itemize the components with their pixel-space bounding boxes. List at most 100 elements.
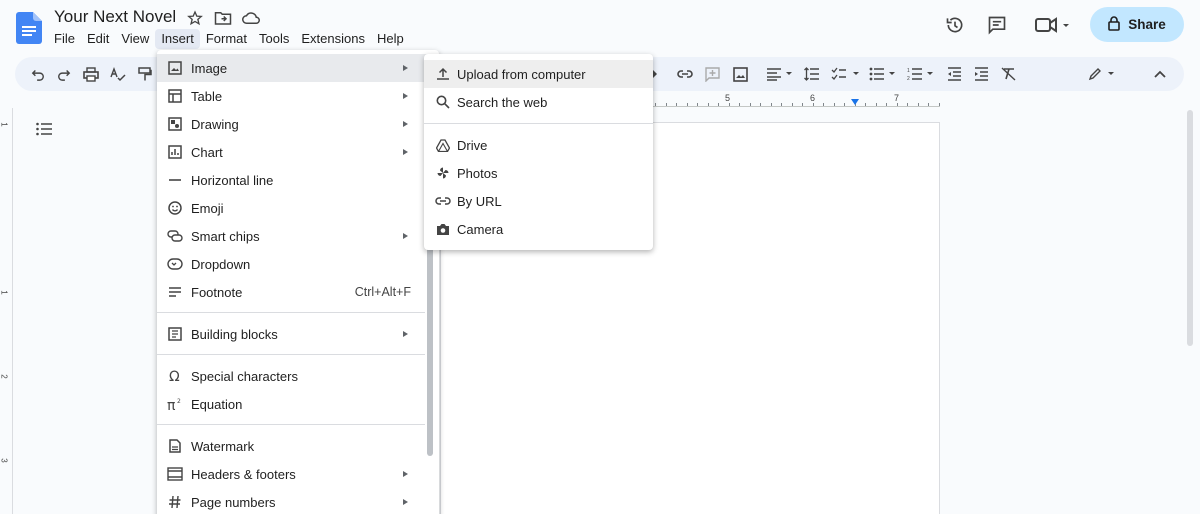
chart-icon xyxy=(167,144,183,160)
docs-logo-icon[interactable] xyxy=(16,12,42,44)
submenu-item-label: Upload from computer xyxy=(457,66,586,82)
image-submenu-item-by-url[interactable]: By URL xyxy=(424,187,653,215)
insert-menu-item-table[interactable]: Table xyxy=(157,82,439,110)
building-blocks-icon xyxy=(167,326,183,342)
checklist-icon[interactable] xyxy=(831,65,861,83)
insert-image-icon[interactable] xyxy=(731,65,749,83)
insert-link-icon[interactable] xyxy=(676,65,694,83)
paint-format-icon[interactable] xyxy=(136,65,154,83)
menu-help[interactable]: Help xyxy=(371,29,410,49)
document-scrollbar[interactable] xyxy=(1187,110,1193,346)
insert-menu-item-chart[interactable]: Chart xyxy=(157,138,439,166)
spellcheck-icon[interactable] xyxy=(109,65,127,83)
svg-text:π: π xyxy=(167,398,176,411)
undo-icon[interactable] xyxy=(29,65,47,83)
document-outline-icon[interactable] xyxy=(36,122,52,136)
omega-icon: Ω xyxy=(167,368,183,384)
menu-extensions[interactable]: Extensions xyxy=(295,29,371,49)
image-submenu-item-search-web[interactable]: Search the web xyxy=(424,88,653,116)
pi-icon: π2 xyxy=(167,396,183,412)
editing-mode-icon[interactable] xyxy=(1088,65,1118,83)
image-submenu-item-upload[interactable]: Upload from computer xyxy=(424,60,653,88)
print-icon[interactable] xyxy=(82,65,100,83)
vruler-number: 2 xyxy=(0,374,9,379)
submenu-item-label: Photos xyxy=(457,165,498,181)
menu-divider xyxy=(157,424,425,425)
link-icon xyxy=(435,193,451,209)
version-history-icon[interactable] xyxy=(944,14,966,36)
menu-item-label: Dropdown xyxy=(191,256,251,272)
horizontal-line-icon xyxy=(167,172,183,188)
collapse-toolbar-icon[interactable] xyxy=(1151,65,1169,83)
submenu-arrow-icon xyxy=(403,499,408,505)
menu-item-label: Image xyxy=(191,60,228,76)
insert-menu-item-building-blocks[interactable]: Building blocks xyxy=(157,320,439,348)
insert-menu-item-dropdown[interactable]: Dropdown xyxy=(157,250,439,278)
numbered-list-icon[interactable]: 12 xyxy=(907,65,937,83)
insert-menu-item-horizontal-line[interactable]: Horizontal line xyxy=(157,166,439,194)
right-indent-marker[interactable] xyxy=(851,99,859,105)
menu-item-label: Emoji xyxy=(191,200,224,216)
image-submenu-item-camera[interactable]: Camera xyxy=(424,215,653,243)
lock-icon xyxy=(1108,15,1121,34)
insert-menu-item-watermark[interactable]: Watermark xyxy=(157,432,439,460)
move-folder-icon[interactable] xyxy=(214,9,232,27)
image-submenu-item-photos[interactable]: Photos xyxy=(424,159,653,187)
star-icon[interactable] xyxy=(186,9,204,27)
menu-item-label: Horizontal line xyxy=(191,172,274,188)
menu-insert[interactable]: Insert xyxy=(155,29,200,49)
menu-item-label: Watermark xyxy=(191,438,255,454)
insert-menu-item-footnote[interactable]: Footnote Ctrl+Alt+F xyxy=(157,278,439,306)
insert-menu-item-image[interactable]: Image xyxy=(157,54,439,82)
menu-scrollbar[interactable] xyxy=(427,246,433,456)
image-submenu-item-drive[interactable]: Drive xyxy=(424,131,653,159)
vruler-number: 1 xyxy=(0,290,9,295)
cloud-status-icon[interactable] xyxy=(242,9,260,27)
menu-item-label: Drawing xyxy=(191,116,239,132)
ruler-number: 6 xyxy=(810,93,816,103)
upload-icon xyxy=(435,66,451,82)
ruler-number: 7 xyxy=(894,93,900,103)
redo-icon[interactable] xyxy=(55,65,73,83)
menu-divider xyxy=(157,354,425,355)
bulleted-list-icon[interactable] xyxy=(869,65,899,83)
submenu-arrow-icon xyxy=(403,331,408,337)
emoji-icon xyxy=(167,200,183,216)
menu-tools[interactable]: Tools xyxy=(253,29,295,49)
dropdown-icon xyxy=(167,256,183,272)
insert-menu-item-equation[interactable]: π2 Equation xyxy=(157,390,439,418)
add-comment-icon[interactable] xyxy=(703,65,721,83)
increase-indent-icon[interactable] xyxy=(972,65,990,83)
insert-menu-item-drawing[interactable]: Drawing xyxy=(157,110,439,138)
menu-view[interactable]: View xyxy=(115,29,155,49)
menu-item-label: Smart chips xyxy=(191,228,260,244)
menu-item-label: Headers & footers xyxy=(191,466,296,482)
submenu-arrow-icon xyxy=(403,121,408,127)
submenu-divider xyxy=(424,123,653,124)
insert-menu-item-emoji[interactable]: Emoji xyxy=(157,194,439,222)
document-title[interactable]: Your Next Novel xyxy=(54,7,176,27)
align-icon[interactable] xyxy=(765,65,795,83)
drawing-icon xyxy=(167,116,183,132)
comments-icon[interactable] xyxy=(986,14,1008,36)
insert-menu-item-headers-footers[interactable]: Headers & footers xyxy=(157,460,439,488)
insert-menu-item-page-numbers[interactable]: Page numbers xyxy=(157,488,439,514)
insert-menu-item-smart-chips[interactable]: Smart chips xyxy=(157,222,439,250)
meet-icon[interactable] xyxy=(1034,14,1074,36)
menu-edit[interactable]: Edit xyxy=(81,29,115,49)
share-button[interactable]: Share xyxy=(1090,7,1184,42)
menu-format[interactable]: Format xyxy=(200,29,253,49)
table-icon xyxy=(167,88,183,104)
camera-icon xyxy=(435,221,451,237)
submenu-arrow-icon xyxy=(403,149,408,155)
menu-item-label: Building blocks xyxy=(191,326,278,342)
line-spacing-icon[interactable] xyxy=(803,65,821,83)
insert-menu-item-special-characters[interactable]: Ω Special characters xyxy=(157,362,439,390)
hash-icon xyxy=(167,494,183,510)
clear-formatting-icon[interactable] xyxy=(999,65,1017,83)
submenu-arrow-icon xyxy=(403,233,408,239)
menu-file[interactable]: File xyxy=(48,29,81,49)
decrease-indent-icon[interactable] xyxy=(945,65,963,83)
submenu-item-label: By URL xyxy=(457,193,502,209)
menu-item-label: Special characters xyxy=(191,368,298,384)
